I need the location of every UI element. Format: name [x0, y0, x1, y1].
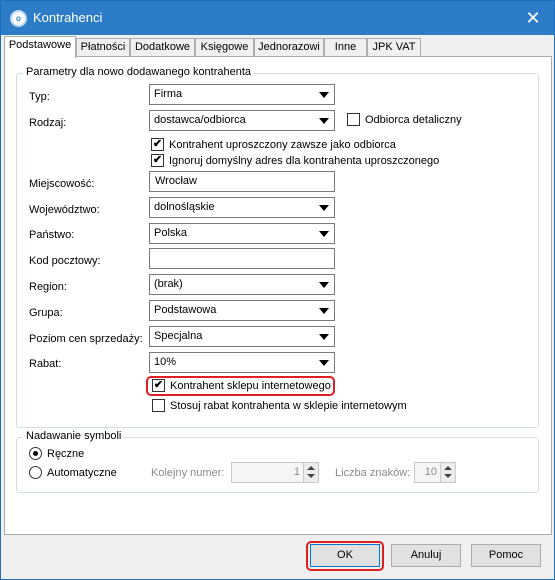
wojewodztwo-value: dolnośląskie — [154, 201, 215, 213]
rodzaj-combo[interactable]: dostawca/odbiorca — [149, 110, 335, 131]
stosuj-rabat-checkbox[interactable] — [152, 399, 165, 412]
tab-inne[interactable]: Inne — [324, 38, 367, 57]
typ-label: Typ: — [29, 91, 50, 103]
sklep-internetowy-label: Kontrahent sklepu internetowego — [170, 380, 331, 392]
panstwo-label: Państwo: — [29, 229, 75, 241]
rabat-combo[interactable]: 10% — [149, 352, 335, 373]
chevron-down-icon — [319, 118, 329, 124]
sklep-internetowy-checkbox[interactable]: ✔ — [152, 379, 165, 392]
poziom-cen-combo[interactable]: Specjalna — [149, 326, 335, 347]
title-bar: o Kontrahenci ✕ — [1, 1, 554, 35]
ignoruj-adres-label: Ignoruj domyślny adres dla kontrahenta u… — [169, 155, 440, 167]
wojewodztwo-label: Województwo: — [29, 204, 100, 216]
automatyczne-label: Automatyczne — [47, 467, 117, 479]
rodzaj-label: Rodzaj: — [29, 117, 67, 129]
window-title: Kontrahenci — [33, 10, 103, 25]
comarch-logo-icon: o — [10, 10, 27, 27]
tab-jpk-vat[interactable]: JPK VAT — [367, 38, 421, 57]
kolejny-numer-label: Kolejny numer: — [151, 467, 225, 479]
automatyczne-radio[interactable] — [29, 466, 42, 479]
kod-pocztowy-input[interactable] — [149, 248, 335, 269]
typ-combo[interactable]: Firma — [149, 84, 335, 105]
chevron-down-icon — [319, 282, 329, 288]
chevron-down-icon — [319, 308, 329, 314]
typ-value: Firma — [154, 88, 183, 100]
region-value: (brak) — [154, 278, 183, 290]
dialog-window: o Kontrahenci ✕ Podstawowe Płatności Dod… — [0, 0, 555, 580]
reczne-radio[interactable] — [29, 447, 42, 460]
panstwo-combo[interactable]: Polska — [149, 223, 335, 244]
tab-dodatkowe[interactable]: Dodatkowe — [130, 38, 195, 57]
chevron-down-icon — [319, 205, 329, 211]
rabat-value: 10% — [154, 356, 177, 368]
symbols-group-legend: Nadawanie symboli — [23, 430, 125, 442]
reczne-label: Ręczne — [47, 448, 85, 460]
odbiorca-detaliczny-label: Odbiorca detaliczny — [365, 114, 462, 126]
poziom-cen-label: Poziom cen sprzedaży: — [29, 333, 143, 345]
poziom-cen-value: Specjalna — [154, 330, 203, 342]
close-button[interactable]: ✕ — [512, 1, 554, 35]
spin-arrows-icon[interactable] — [303, 463, 318, 482]
chevron-down-icon — [319, 231, 329, 237]
uproszczony-checkbox[interactable]: ✔ — [151, 138, 164, 151]
kod-pocztowy-label: Kod pocztowy: — [29, 255, 101, 267]
liczba-znakow-label: Liczba znaków: — [335, 467, 411, 479]
tab-bar: Podstawowe Płatności Dodatkowe Księgowe … — [4, 35, 552, 58]
ok-button[interactable]: OK — [310, 544, 380, 567]
cancel-button[interactable]: Anuluj — [391, 544, 461, 567]
ignoruj-adres-checkbox[interactable]: ✔ — [151, 154, 164, 167]
region-combo[interactable]: (brak) — [149, 274, 335, 295]
params-group-legend: Parametry dla nowo dodawanego kontrahent… — [23, 66, 255, 78]
help-button[interactable]: Pomoc — [471, 544, 541, 567]
uproszczony-label: Kontrahent uproszczony zawsze jako odbio… — [169, 139, 396, 151]
region-label: Region: — [29, 281, 67, 293]
tab-ksiegowe[interactable]: Księgowe — [195, 38, 254, 57]
grupa-combo[interactable]: Podstawowa — [149, 300, 335, 321]
grupa-label: Grupa: — [29, 307, 63, 319]
miejscowosc-input[interactable]: Wrocław — [149, 171, 335, 192]
kolejny-numer-value: 1 — [293, 466, 300, 478]
odbiorca-detaliczny-checkbox[interactable] — [347, 113, 360, 126]
chevron-down-icon — [319, 92, 329, 98]
stosuj-rabat-label: Stosuj rabat kontrahenta w sklepie inter… — [170, 400, 407, 412]
wojewodztwo-combo[interactable]: dolnośląskie — [149, 197, 335, 218]
miejscowosc-label: Miejscowość: — [29, 178, 95, 190]
liczba-znakow-value: 10 — [424, 466, 437, 478]
kolejny-numer-stepper[interactable]: 1 — [231, 462, 319, 483]
chevron-down-icon — [319, 360, 329, 366]
tab-platnosci[interactable]: Płatności — [76, 38, 130, 57]
grupa-value: Podstawowa — [154, 304, 217, 316]
tab-podstawowe[interactable]: Podstawowe — [4, 36, 76, 58]
tab-jednorazowi[interactable]: Jednorazowi — [254, 38, 324, 57]
panstwo-value: Polska — [154, 227, 188, 239]
tab-panel-podstawowe: Parametry dla nowo dodawanego kontrahent… — [4, 56, 552, 535]
liczba-znakow-stepper[interactable]: 10 — [414, 462, 456, 483]
rabat-label: Rabat: — [29, 358, 62, 370]
rodzaj-value: dostawca/odbiorca — [154, 114, 246, 126]
chevron-down-icon — [319, 334, 329, 340]
spin-arrows-icon[interactable] — [440, 463, 455, 482]
